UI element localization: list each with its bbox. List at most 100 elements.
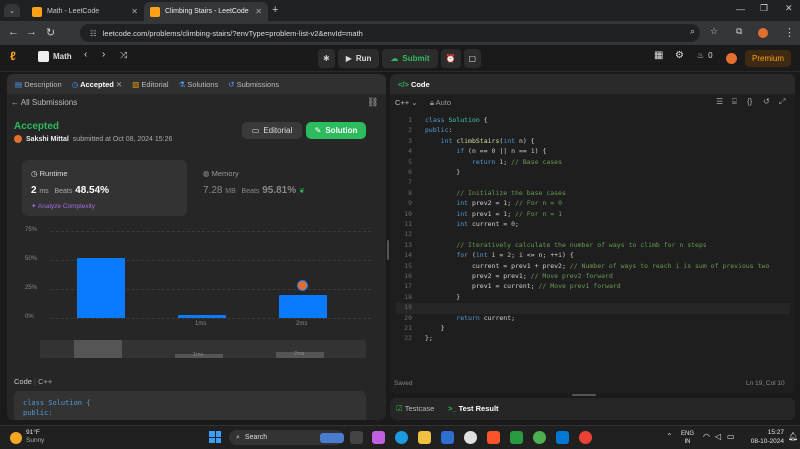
code-line[interactable]: 10 int prev1 = 1; // For n = 1 [396,210,790,220]
maximize-button[interactable]: ❐ [760,3,768,14]
code-line[interactable]: 8 // Initialize the base cases [396,189,790,199]
tab-description[interactable]: ▤ Description [15,80,62,89]
tab-testcase[interactable]: ☑ Testcase [396,404,434,413]
app-icon[interactable] [510,431,523,444]
close-window-button[interactable]: ✕ [785,3,793,14]
timer-button[interactable]: ⏰ [440,49,461,68]
all-submissions-link[interactable]: ← All Submissions [11,98,77,107]
code-line[interactable]: 3 int climbStairs(int n) { [396,137,790,147]
tab-test-result[interactable]: >_ Test Result [448,404,499,413]
chevron-up-icon[interactable]: ⌃ [666,432,673,441]
close-icon[interactable]: ✕ [255,7,262,16]
tab-accepted[interactable]: ◷ Accepted ✕ [72,80,123,89]
fullscreen-icon[interactable]: ⤢ [779,97,785,107]
notes-button[interactable]: ▢ [463,49,482,68]
premium-button[interactable]: Premium [745,50,792,67]
new-tab-button[interactable]: + [272,4,278,16]
panel-resize-handle[interactable] [387,240,389,260]
settings-gear-icon[interactable]: ⚙ [675,50,684,61]
close-icon[interactable]: ✕ [131,7,138,16]
zoom-icon[interactable]: ⌕ [690,26,695,37]
code-line[interactable]: 22}; [396,334,790,344]
code-line[interactable]: 19 [396,303,790,314]
code-line[interactable]: 11 int current = 0; [396,220,790,230]
reset-icon[interactable]: ↺ [763,97,770,106]
edge-icon[interactable] [395,431,408,444]
speaker-icon[interactable]: ◁ [715,432,721,441]
tab-editorial[interactable]: ▥ Editorial [132,80,168,89]
sun-icon[interactable] [10,432,22,444]
wifi-icon[interactable]: ◠ [703,432,710,441]
task-view-icon[interactable] [350,431,363,444]
windows-start-icon[interactable] [209,431,221,443]
code-line[interactable]: 6 } [396,168,790,178]
code-line[interactable]: 2 public: [396,126,790,136]
chart-bar[interactable] [279,294,327,318]
solution-button[interactable]: ✎ Solution [306,122,366,139]
site-info-icon[interactable]: ☷ [90,29,97,38]
code-line[interactable]: 4 if (n == 0 || n == 1) { [396,147,790,157]
shuffle-icon[interactable]: ⤨ [120,50,127,61]
memory-card[interactable]: ◍ Memory 7.28 MB Beats 95.81% ❦ [194,160,364,216]
share-link-icon[interactable]: ⛓ [367,97,378,108]
bookmark-icon[interactable]: ⌸ [732,97,737,107]
battery-icon[interactable]: ▭ [727,432,735,441]
streak-counter[interactable]: ♨ 0 [697,51,713,60]
chart-bar[interactable] [178,315,226,318]
code-line[interactable]: 16 prev2 = prev1; // Move prev2 forward [396,272,790,282]
overview-selection[interactable] [74,340,122,358]
vertical-resize-handle[interactable] [572,394,596,396]
user-avatar[interactable] [726,53,737,64]
tab-submissions[interactable]: ↺ Submissions [228,80,279,89]
editorial-button[interactable]: ▭ Editorial [242,122,302,139]
clock[interactable]: 15:27 08-10-2024 [744,429,784,446]
leetcode-logo-icon[interactable]: ℓ [10,49,22,64]
code-line[interactable]: 20 return current; [396,314,790,324]
analyze-complexity-link[interactable]: ✦ Analyze Complexity [31,202,95,210]
format-icon[interactable]: ☰ [716,97,723,106]
avatar[interactable] [758,28,768,38]
extensions-icon[interactable]: ⧉ [736,26,742,37]
code-line[interactable]: 5 return 1; // Base cases [396,158,790,168]
notification-bell-icon[interactable]: 🔔︎ [788,432,798,441]
bookmark-star-icon[interactable]: ☆ [710,26,718,37]
tab-solutions[interactable]: ⚗ Solutions [179,80,219,89]
copilot-icon[interactable] [372,431,385,444]
menu-dots-icon[interactable]: ⋮ [784,26,795,39]
code-line[interactable]: 21 } [396,324,790,334]
code-line[interactable]: 9 int prev2 = 1; // For n = 0 [396,199,790,209]
minimize-button[interactable]: — [736,4,745,14]
url-field[interactable]: ☷ leetcode.com/problems/climbing-stairs/… [80,24,700,42]
reload-icon[interactable]: ↻ [46,26,55,39]
code-line[interactable]: 15 current = prev1 + prev2; // Number of… [396,262,790,272]
store-icon[interactable] [441,431,454,444]
debug-button[interactable]: ✱ [318,49,335,68]
submit-button[interactable]: ☁ Submit [382,49,438,68]
vscode-icon[interactable] [556,431,569,444]
weather-widget[interactable]: 91°F Sunny [26,429,44,445]
auto-mode-toggle[interactable]: 🔒︎ Auto [430,98,451,108]
chrome-icon[interactable] [464,431,477,444]
code-line[interactable]: 17 prev1 = current; // Move prev1 forwar… [396,282,790,292]
tab-search-icon[interactable]: ⌄ [4,4,20,17]
next-problem-icon[interactable]: › [102,49,105,60]
run-button[interactable]: ▶ Run [337,49,380,68]
code-line[interactable]: 7 [396,178,790,188]
runtime-card[interactable]: ◷ Runtime 2 ms Beats 48.54% ✦ Analyze Co… [22,160,187,216]
close-icon[interactable]: ✕ [116,80,122,89]
browser-tab-climbing-stairs[interactable]: Climbing Stairs - LeetCode ✕ [144,2,268,21]
layout-icon[interactable]: ▦ [654,50,663,61]
code-line[interactable]: 1 class Solution { [396,116,790,126]
browser-tab-math[interactable]: Math - LeetCode ✕ [26,2,144,21]
code-line[interactable]: 13 // Iteratively calculate the number o… [396,241,790,251]
file-explorer-icon[interactable] [418,431,431,444]
chart-bar[interactable] [77,257,125,318]
chrome-profile-icon[interactable] [533,431,546,444]
code-line[interactable]: 14 for (int i = 2; i <= n; ++i) { [396,251,790,261]
problem-list-link[interactable]: Math [38,51,72,62]
chrome-active-icon[interactable] [579,431,592,444]
brave-icon[interactable] [487,431,500,444]
forward-icon[interactable]: → [26,26,37,38]
input-language[interactable]: ENG IN [681,430,694,446]
language-select[interactable]: C++ ⌄ [395,98,418,107]
